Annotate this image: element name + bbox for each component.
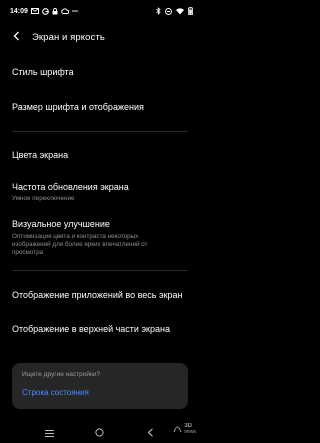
more-dots-icon (72, 9, 78, 13)
setting-fullscreen-apps-title: Отображение приложений во весь экран (12, 290, 183, 300)
suggestion-card: Ищете другие настройки? Строка состояния (12, 363, 188, 409)
setting-screen-colors[interactable]: Цвета экрана (12, 150, 190, 161)
back-icon (147, 424, 154, 442)
setting-visual-enhancement-title: Визуальное улучшение (12, 219, 110, 229)
setting-visual-enhancement-subtitle-3: просмотра (12, 249, 44, 256)
home-button[interactable] (93, 426, 107, 440)
setting-visual-enhancement-subtitle-1: Оптимизация цвета и контраста некоторых (12, 233, 139, 240)
google-icon (42, 7, 49, 15)
setting-visual-enhancement-subtitle-2: изображений для более ярких впечатлений … (12, 241, 148, 248)
setting-font-style[interactable]: Стиль шрифта (12, 67, 190, 78)
page-title: Экран и яркость (32, 31, 105, 43)
setting-font-size-title: Размер шрифта и отображения (12, 102, 144, 112)
divider (12, 270, 188, 271)
menu-icon (44, 424, 54, 442)
chevron-left-icon (13, 28, 20, 46)
setting-font-size[interactable]: Размер шрифта и отображения (12, 102, 190, 113)
navigation-bar (0, 422, 200, 443)
setting-refresh-rate[interactable]: Частота обновления экрана Умное переключ… (12, 182, 190, 203)
suggestion-question: Ищете другие настройки? (22, 371, 101, 378)
bluetooth-icon (156, 7, 161, 15)
setting-top-display[interactable]: Отображение в верхней части экрана (12, 324, 190, 335)
home-icon (95, 424, 105, 442)
setting-screen-colors-title: Цвета экрана (12, 150, 69, 160)
battery-icon (188, 7, 193, 15)
divider (12, 131, 188, 132)
watermark-text-2: news (184, 429, 196, 435)
lock-icon (52, 7, 58, 15)
setting-refresh-rate-subtitle: Умное переключение (12, 195, 75, 202)
nav-back-button[interactable] (144, 426, 158, 440)
wifi-icon (176, 7, 184, 15)
do-not-disturb-icon (165, 7, 172, 15)
status-bar-link[interactable]: Строка состояния (22, 388, 178, 397)
status-time: 14:09 (10, 7, 28, 15)
header: Экран и яркость (0, 27, 200, 47)
back-button[interactable] (6, 27, 26, 47)
menu-button[interactable] (42, 426, 56, 440)
setting-refresh-rate-title: Частота обновления экрана (12, 182, 129, 192)
setting-top-display-title: Отображение в верхней части экрана (12, 324, 170, 334)
setting-visual-enhancement[interactable]: Визуальное улучшение Оптимизация цвета и… (12, 219, 190, 257)
watermark-logo-icon (173, 420, 182, 438)
status-bar: 14:09 (0, 0, 200, 22)
mail-icon (30, 8, 39, 14)
watermark: 3D news (173, 420, 196, 438)
setting-font-style-title: Стиль шрифта (12, 67, 74, 77)
cloud-icon (61, 8, 69, 14)
setting-fullscreen-apps[interactable]: Отображение приложений во весь экран (12, 290, 190, 301)
